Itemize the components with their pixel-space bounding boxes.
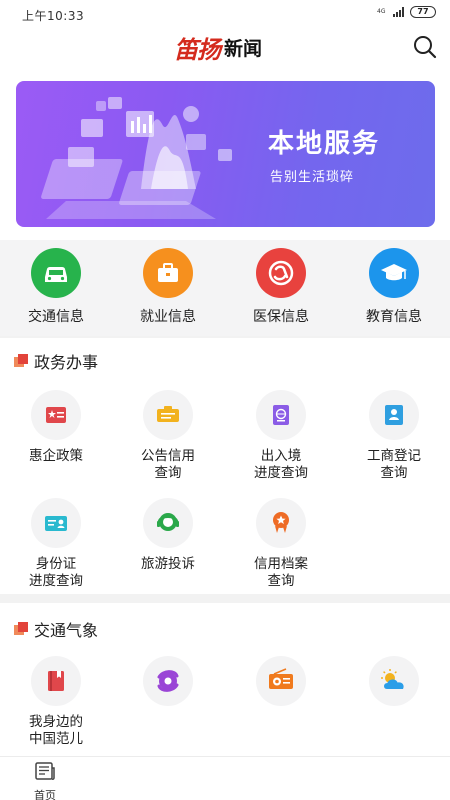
grid-circle: [369, 390, 419, 440]
graduation-cap-icon: [381, 264, 407, 281]
quick-label: 教育信息: [366, 309, 422, 325]
quick-item-traffic[interactable]: 交通信息: [0, 248, 112, 326]
grid-label: 出入境 进度查询: [254, 448, 308, 481]
grid-label: 我身边的 中国范儿: [29, 714, 83, 747]
book-icon: [48, 671, 64, 691]
section-bullet-icon: [14, 622, 28, 636]
credit-badge-icon: [273, 512, 289, 533]
grid-circle: [256, 390, 306, 440]
grid-circle: [31, 390, 81, 440]
grid-label: 惠企政策: [29, 448, 83, 464]
grid-item-travel-complaint[interactable]: 旅游投诉: [112, 498, 224, 573]
grid-item-id-card[interactable]: 身份证 进度查询: [0, 498, 112, 590]
quick-item-medical[interactable]: 医保信息: [225, 248, 337, 326]
status-time: 上午10:33: [22, 9, 85, 23]
network-type: 4G: [377, 8, 386, 15]
section-title: 政务办事: [34, 353, 99, 372]
quick-circle: [31, 248, 81, 298]
quick-circle: [369, 248, 419, 298]
typhoon-icon: [157, 670, 179, 692]
traffic-weather-section: 交通气象 我身边的 中国范儿: [0, 603, 450, 756]
quick-circle: [143, 248, 193, 298]
notice-icon: [157, 406, 179, 422]
grid-item-credit-archive[interactable]: 信用档案 查询: [225, 498, 337, 590]
search-button[interactable]: [412, 34, 438, 60]
signal-icon: [393, 7, 404, 17]
section-bullet-icon: [14, 354, 28, 368]
quick-label: 交通信息: [28, 309, 84, 325]
section-header: 政务办事: [14, 349, 98, 373]
customer-service-icon: [157, 513, 179, 531]
banner-illustration: [41, 97, 232, 219]
grid-label: 信用档案 查询: [254, 556, 308, 589]
briefcase-icon: [158, 263, 178, 282]
grid-circle: [143, 390, 193, 440]
news-icon: [35, 762, 55, 780]
passport-icon: [273, 405, 289, 425]
grid-item-typhoon[interactable]: [112, 656, 224, 714]
grid-circle: [256, 498, 306, 548]
section-title: 交通气象: [34, 621, 99, 640]
grid-label: 公告信用 查询: [141, 448, 195, 481]
app-header: 笛扬 新闻: [0, 26, 450, 68]
local-service-banner[interactable]: 本地服务 告别生活琐碎: [16, 81, 435, 227]
radio-icon: [269, 668, 293, 689]
app-logo: 笛扬 新闻: [174, 32, 263, 64]
quick-label: 就业信息: [140, 309, 196, 325]
quick-services: 交通信息 就业信息 医保信息 教育信息: [0, 240, 450, 336]
status-indicators: 4G 77: [377, 6, 436, 18]
grid-label: 工商登记 查询: [367, 448, 421, 481]
quick-item-jobs[interactable]: 就业信息: [112, 248, 224, 326]
grid-circle: [256, 656, 306, 706]
grid-label: 旅游投诉: [141, 556, 195, 572]
banner-subtitle: 告别生活琐碎: [270, 170, 355, 185]
nav-home-label: 首页: [34, 789, 56, 800]
grid-circle: [31, 656, 81, 706]
grid-item-china-style[interactable]: 我身边的 中国范儿: [0, 656, 112, 748]
banner-section: 本地服务 告别生活琐碎: [0, 68, 450, 240]
quick-label: 医保信息: [253, 309, 309, 325]
policy-card-icon: [46, 407, 66, 423]
grid-item-business-registration[interactable]: 工商登记 查询: [338, 390, 450, 482]
social-security-icon: [268, 260, 294, 286]
car-icon: [45, 267, 67, 282]
nav-home[interactable]: 首页: [20, 760, 70, 800]
section-header: 交通气象: [14, 617, 98, 641]
banner-title: 本地服务: [268, 129, 381, 159]
grid-circle: [143, 656, 193, 706]
battery-icon: 77: [410, 6, 436, 18]
business-registration-icon: [385, 405, 403, 425]
grid-item-exit-entry[interactable]: 出入境 进度查询: [225, 390, 337, 482]
logo-text: 新闻: [224, 37, 263, 60]
weather-icon: [381, 669, 404, 689]
grid-item-policy[interactable]: 惠企政策: [0, 390, 112, 465]
grid-item-weather[interactable]: [338, 656, 450, 714]
grid-item-notice-credit[interactable]: 公告信用 查询: [112, 390, 224, 482]
grid-label: 身份证 进度查询: [29, 556, 83, 589]
search-icon: [414, 36, 437, 59]
grid-circle: [143, 498, 193, 548]
government-section: 政务办事 惠企政策 公告信用 查询 出入境 进度查询 工商登记 查询 身份证 进…: [0, 338, 450, 594]
status-bar: 上午10:33 4G 77: [0, 0, 450, 26]
quick-item-education[interactable]: 教育信息: [338, 248, 450, 326]
bottom-nav: 首页: [0, 756, 450, 800]
id-card-icon: [45, 516, 67, 531]
grid-circle: [369, 656, 419, 706]
grid-item-traffic-radio[interactable]: [225, 656, 337, 714]
logo-mark: 笛扬: [174, 34, 221, 64]
quick-circle: [256, 248, 306, 298]
grid-circle: [31, 498, 81, 548]
